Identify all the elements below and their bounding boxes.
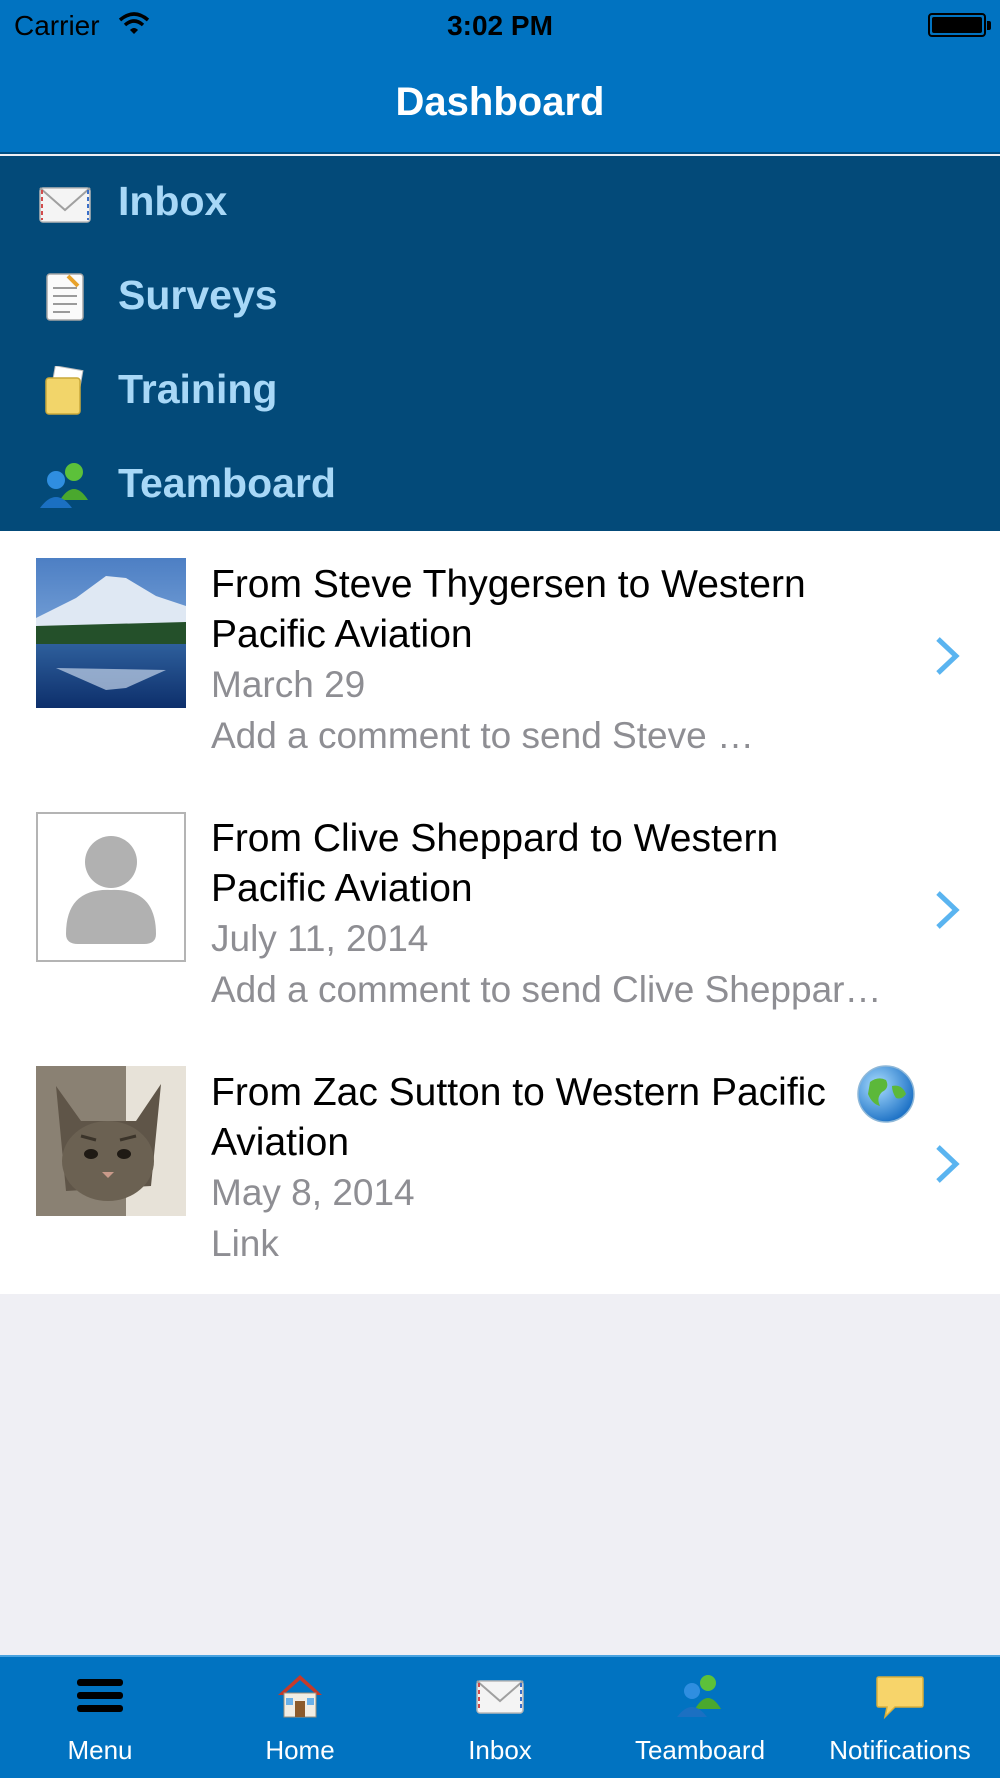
speech-bubble-icon	[875, 1671, 925, 1721]
tab-teamboard[interactable]: Teamboard	[600, 1657, 800, 1778]
menu-item-label: Surveys	[118, 272, 278, 318]
page-title: Dashboard	[395, 80, 605, 124]
envelope-icon	[475, 1671, 525, 1721]
globe-icon	[856, 1064, 916, 1124]
navigation-bar: Dashboard	[0, 50, 1000, 154]
tab-label: Home	[265, 1735, 335, 1765]
tab-bar: Menu Home Inbox Teamboard Notifications	[0, 1655, 1000, 1778]
kitten-photo	[36, 1066, 186, 1216]
item-summary: Add a comment to send Clive Sheppar…	[211, 969, 882, 1010]
menu-item-training[interactable]: Training	[0, 344, 1000, 438]
tab-label: Teamboard	[634, 1735, 766, 1765]
tab-label: Notifications	[829, 1735, 971, 1765]
chevron-right-icon	[932, 889, 962, 931]
item-title: From Zac Sutton to Western Pacific Aviat…	[211, 1071, 826, 1164]
menu-item-teamboard[interactable]: Teamboard	[0, 438, 1000, 532]
item-title: From Steve Thygersen to Western Pacific …	[211, 563, 806, 656]
status-bar: Carrier 3:02 PM	[0, 0, 1000, 50]
menu-item-label: Training	[118, 366, 278, 412]
item-date: May 8, 2014	[211, 1172, 415, 1213]
team-icon	[38, 460, 92, 510]
item-date: July 11, 2014	[211, 918, 429, 959]
training-folder-icon	[38, 365, 92, 416]
chevron-right-icon	[932, 635, 962, 677]
item-date: March 29	[211, 664, 366, 705]
tab-menu[interactable]: Menu	[0, 1657, 200, 1778]
menu-item-label: Inbox	[118, 178, 228, 224]
survey-icon	[38, 272, 92, 322]
activity-feed: From Steve Thygersen to Western Pacific …	[0, 531, 1000, 1294]
chevron-right-icon	[932, 1143, 962, 1185]
menu-item-inbox[interactable]: Inbox	[0, 156, 1000, 250]
tab-home[interactable]: Home	[200, 1657, 400, 1778]
item-summary: Add a comment to send Steve …	[211, 715, 754, 756]
clock: 3:02 PM	[447, 10, 553, 41]
list-item[interactable]: From Clive Sheppard to Western Pacific A…	[0, 785, 1000, 1039]
tab-label: Menu	[67, 1735, 133, 1765]
house-icon	[275, 1671, 325, 1721]
menu-item-label: Teamboard	[118, 460, 336, 506]
item-title: From Clive Sheppard to Western Pacific A…	[211, 817, 779, 910]
item-summary: Link	[211, 1223, 279, 1264]
menu-item-surveys[interactable]: Surveys	[0, 250, 1000, 344]
envelope-icon	[38, 178, 92, 228]
hamburger-icon	[75, 1671, 125, 1721]
tab-label: Inbox	[468, 1735, 532, 1765]
team-icon	[675, 1671, 725, 1721]
list-item[interactable]: From Steve Thygersen to Western Pacific …	[0, 531, 1000, 785]
mountain-lake-photo	[36, 558, 186, 708]
tab-inbox[interactable]: Inbox	[400, 1657, 600, 1778]
dashboard-menu: Inbox Surveys Training Teamboard	[0, 156, 1000, 531]
battery-icon	[928, 13, 991, 37]
tab-notifications[interactable]: Notifications	[800, 1657, 1000, 1778]
list-item[interactable]: From Zac Sutton to Western Pacific Aviat…	[0, 1039, 1000, 1293]
default-avatar	[36, 812, 186, 962]
